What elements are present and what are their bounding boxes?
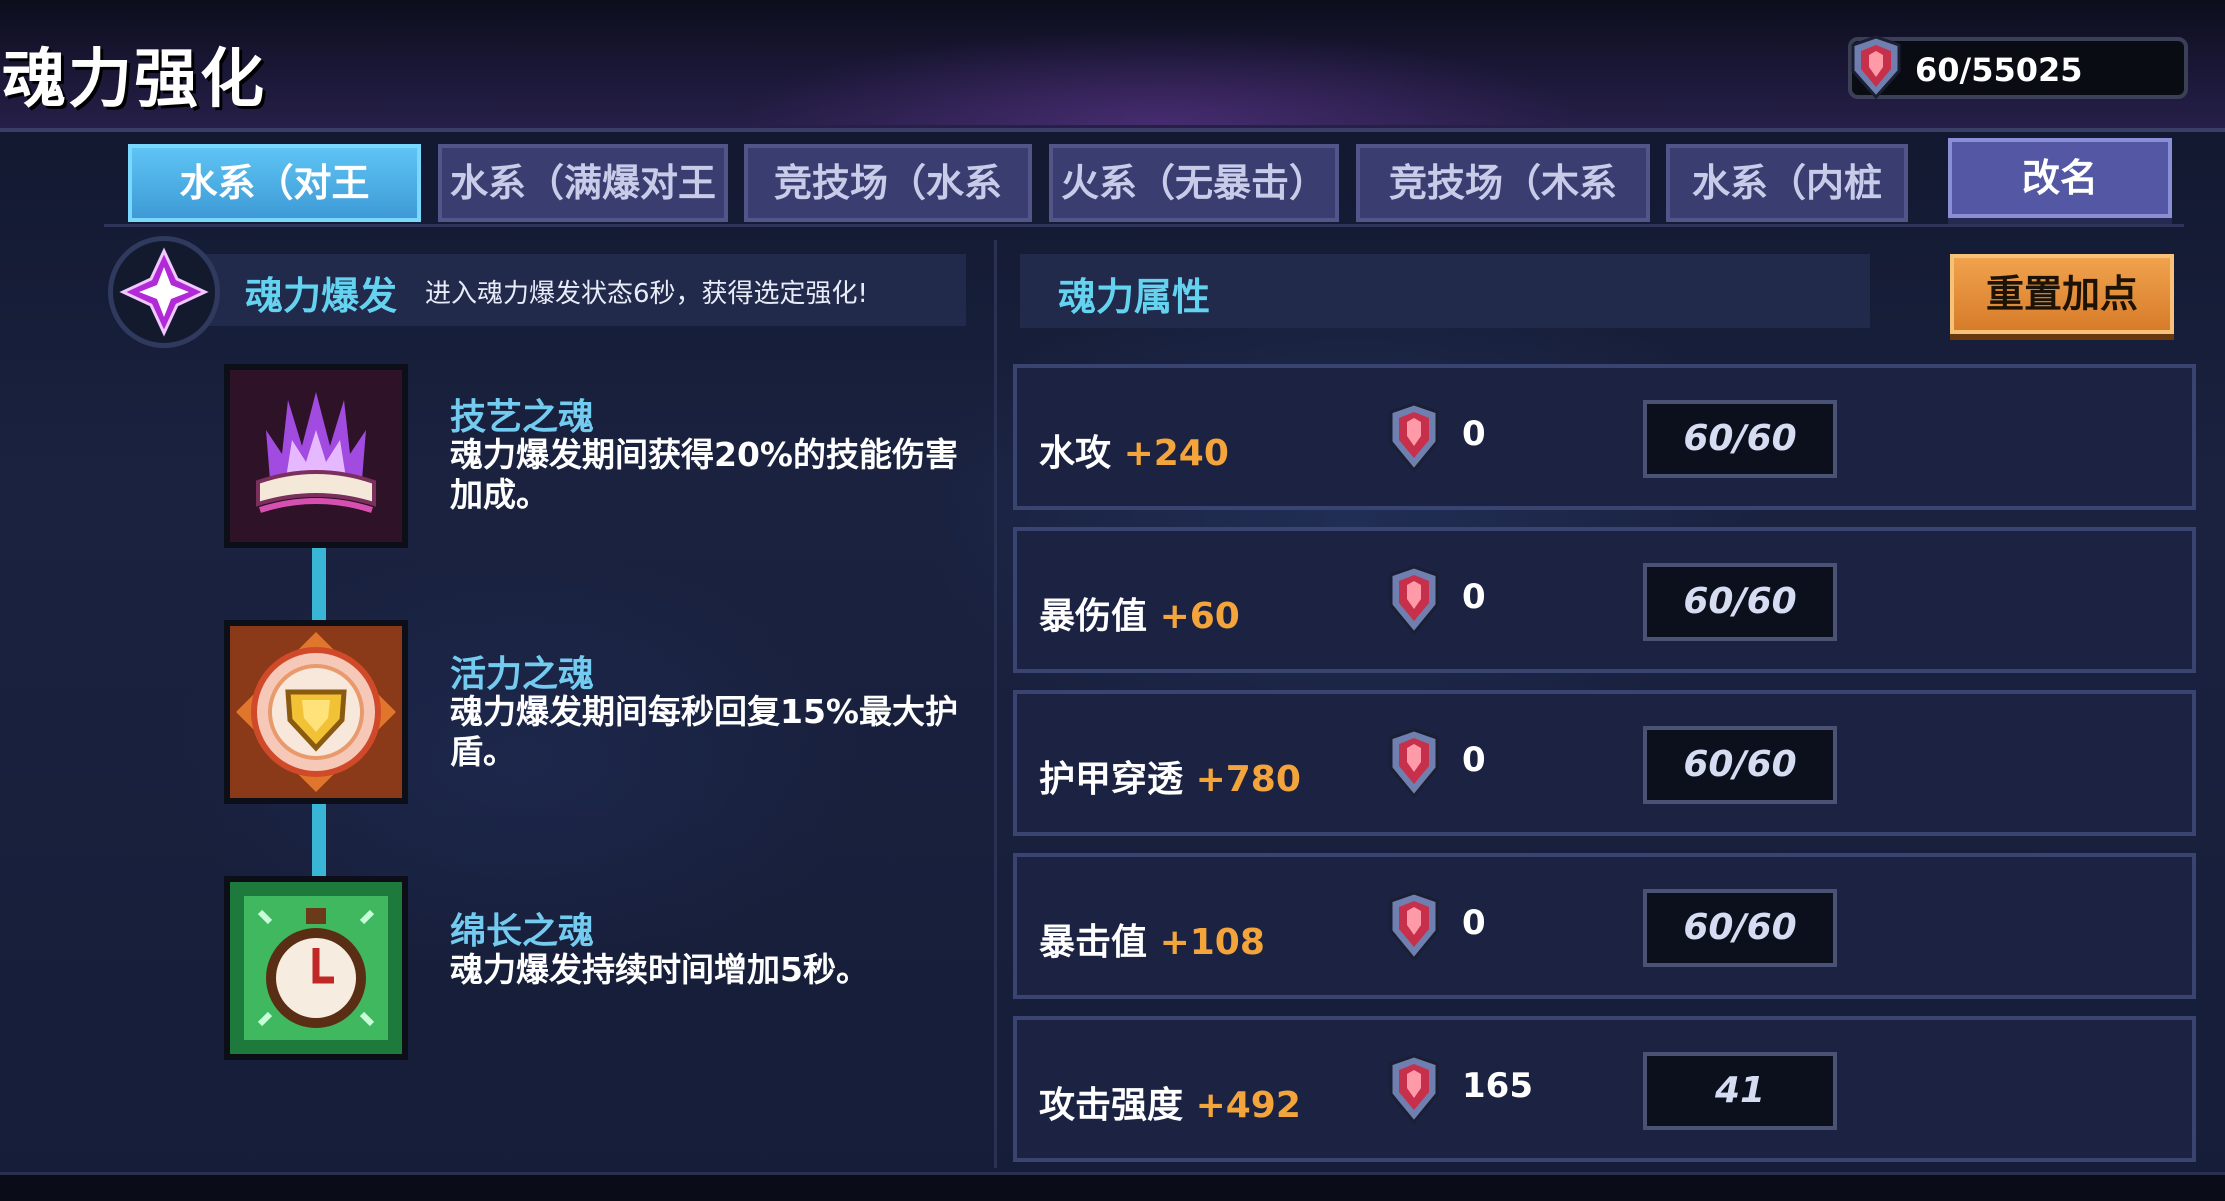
top-glow	[560, 0, 1760, 125]
purple-crystal-icon	[119, 247, 209, 337]
attribute-row[interactable]: 护甲穿透 +780 0 60/60	[1013, 690, 2196, 836]
skill-description: 魂力爆发持续时间增加5秒。	[450, 950, 869, 989]
skill-description: 魂力爆发期间每秒回复15%最大护盾。	[450, 692, 958, 771]
tab-loadout-4[interactable]: 火系（无暴击）	[1049, 144, 1339, 222]
attribute-cost: 0	[1462, 903, 1486, 943]
skill-slot-1[interactable]	[224, 364, 408, 548]
attribute-bonus: +108	[1159, 922, 1265, 963]
reset-points-button[interactable]: 重置加点	[1950, 254, 2174, 334]
soul-gem-icon	[1389, 1054, 1439, 1125]
attribute-cost: 0	[1462, 740, 1486, 780]
attribute-bonus: +60	[1159, 596, 1240, 637]
tab-loadout-2[interactable]: 水系（满爆对王	[438, 144, 728, 222]
tab-loadout-1[interactable]: 水系（对王	[128, 144, 421, 222]
skill-connector	[312, 804, 326, 876]
skill-description: 魂力爆发期间获得20%的技能伤害加成。	[450, 435, 958, 514]
attribute-level: 60/60	[1643, 563, 1837, 641]
tab-loadout-5[interactable]: 竞技场（木系	[1356, 144, 1650, 222]
burst-emblem	[108, 236, 220, 348]
bottom-strip	[0, 1172, 2225, 1201]
attributes-title: 魂力属性	[1058, 275, 1211, 319]
panel-divider	[994, 240, 997, 1168]
skill-slot-2[interactable]	[224, 620, 408, 804]
rename-button[interactable]: 改名	[1948, 138, 2172, 218]
soul-gem-icon	[1389, 728, 1439, 799]
soul-points-text: 60/55025	[1915, 51, 2083, 89]
skill-slot-3[interactable]	[224, 876, 408, 1060]
attribute-level: 60/60	[1643, 400, 1837, 478]
attribute-name: 暴伤值 +60	[1039, 596, 1240, 637]
golden-shield-icon	[230, 626, 402, 798]
attribute-bonus: +240	[1123, 433, 1229, 474]
attribute-row[interactable]: 暴击值 +108 0 60/60	[1013, 853, 2196, 999]
soul-gem-icon	[1389, 565, 1439, 636]
tab-divider	[104, 224, 2184, 227]
skill-name: 技艺之魂	[450, 397, 595, 438]
attribute-level: 41	[1643, 1052, 1837, 1130]
burst-title: 魂力爆发	[245, 274, 398, 318]
soul-gem-icon	[1851, 35, 1901, 100]
attribute-name: 护甲穿透 +780	[1039, 759, 1301, 800]
attribute-row[interactable]: 攻击强度 +492 165 41	[1013, 1016, 2196, 1162]
attribute-row[interactable]: 暴伤值 +60 0 60/60	[1013, 527, 2196, 673]
attribute-bonus: +780	[1195, 759, 1301, 800]
attribute-name: 暴击值 +108	[1039, 922, 1265, 963]
soul-points-counter: 60/55025	[1848, 35, 2188, 100]
attribute-cost: 0	[1462, 577, 1486, 617]
skill-connector	[312, 548, 326, 620]
skill-name: 绵长之魂	[450, 911, 595, 952]
green-stopwatch-icon	[230, 882, 402, 1054]
burst-description: 进入魂力爆发状态6秒，获得选定强化!	[425, 279, 868, 309]
attribute-level: 60/60	[1643, 889, 1837, 967]
tab-loadout-6[interactable]: 水系（内桩	[1666, 144, 1908, 222]
attribute-bonus: +492	[1195, 1085, 1301, 1126]
attribute-row[interactable]: 水攻 +240 0 60/60	[1013, 364, 2196, 510]
page-title: 魂力强化	[2, 43, 266, 117]
soul-gem-icon	[1389, 891, 1439, 962]
attribute-name: 攻击强度 +492	[1039, 1085, 1301, 1126]
tab-loadout-3[interactable]: 竞技场（水系	[744, 144, 1032, 222]
soul-gem-icon	[1389, 402, 1439, 473]
skill-name: 活力之魂	[450, 654, 595, 695]
attribute-name: 水攻 +240	[1039, 433, 1229, 474]
attribute-cost: 0	[1462, 414, 1486, 454]
attribute-cost: 165	[1462, 1066, 1533, 1106]
purple-flame-book-icon	[230, 370, 402, 542]
attribute-level: 60/60	[1643, 726, 1837, 804]
